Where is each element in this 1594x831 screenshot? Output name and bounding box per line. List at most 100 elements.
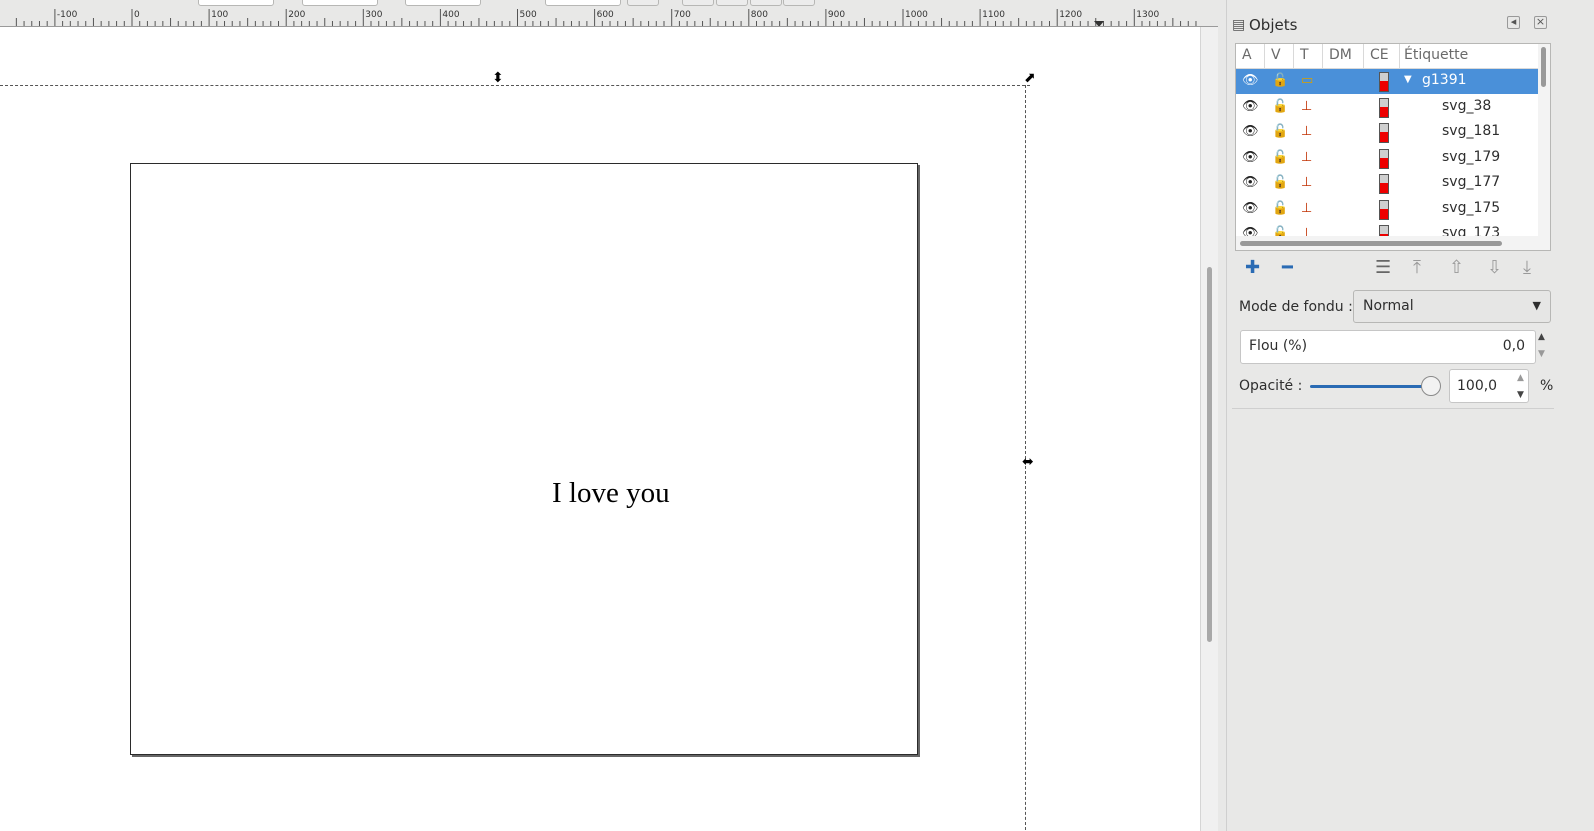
- opacity-slider-knob[interactable]: [1421, 376, 1441, 396]
- tree-row[interactable]: 👁 🔓 ⊥ svg_179: [1236, 146, 1538, 171]
- lock-icon[interactable]: 🔓: [1272, 201, 1288, 216]
- tree-row-label[interactable]: g1391: [1422, 72, 1467, 88]
- panel-splitter[interactable]: [1218, 0, 1227, 831]
- raise-icon[interactable]: ⇧: [1449, 258, 1464, 278]
- panel-title: Objets: [1249, 16, 1298, 34]
- ruler-ticks: -100 0 100 200 300 400 500 600 700 800 900 1000 1100…: [15, 9, 1197, 26]
- blend-mode-select[interactable]: Normal ▼: [1353, 290, 1551, 323]
- scale-handle-top[interactable]: ⬍: [492, 71, 504, 85]
- scale-handle-right[interactable]: ⬌: [1022, 455, 1034, 469]
- tree-row[interactable]: 👁 🔓 ⊥ svg_181: [1236, 120, 1538, 145]
- eye-icon[interactable]: 👁: [1242, 73, 1259, 88]
- ce-color-swatch[interactable]: [1379, 148, 1389, 169]
- column-header-t[interactable]: T: [1300, 47, 1309, 63]
- inkscape-window: -100 0 100 200 300 400 500 600 700 800 900 1000 1100…: [0, 0, 1594, 831]
- ruler-label: 700: [674, 10, 691, 20]
- ce-color-swatch[interactable]: [1379, 199, 1389, 220]
- tree-vertical-scrollbar[interactable]: [1538, 44, 1550, 250]
- opacity-increment-icon[interactable]: ▲: [1517, 373, 1524, 383]
- tree-horizontal-scrollbar[interactable]: [1236, 236, 1538, 250]
- panel-divider: [1232, 408, 1554, 409]
- eye-icon[interactable]: 👁: [1242, 150, 1259, 165]
- tree-header: A V T DM CE Étiquette: [1236, 44, 1538, 69]
- opacity-decrement-icon[interactable]: ▼: [1517, 390, 1524, 400]
- column-header-label[interactable]: Étiquette: [1404, 47, 1468, 63]
- tree-row-label[interactable]: svg_181: [1442, 123, 1500, 139]
- canvas-vertical-scrollbar[interactable]: [1200, 27, 1219, 831]
- group-icon[interactable]: ▭: [1301, 73, 1313, 88]
- lower-icon[interactable]: ⇩: [1487, 258, 1502, 278]
- close-icon[interactable]: ×: [1534, 16, 1547, 29]
- type-icon[interactable]: ⊥: [1301, 124, 1312, 139]
- lock-icon[interactable]: 🔓: [1272, 124, 1288, 139]
- ruler-label: 1100: [982, 10, 1005, 20]
- tree-row-label[interactable]: svg_175: [1442, 200, 1500, 216]
- eye-icon[interactable]: 👁: [1242, 201, 1259, 216]
- tree-row-label[interactable]: svg_177: [1442, 174, 1500, 190]
- eye-icon[interactable]: 👁: [1242, 99, 1259, 114]
- lock-icon[interactable]: 🔓: [1272, 99, 1288, 114]
- objects-tree[interactable]: A V T DM CE Étiquette 👁 🔓 ▭ ▼ g1391 👁 🔓 ⊥ svg_38…: [1235, 43, 1551, 251]
- ruler-label: 400: [442, 10, 459, 20]
- tree-row[interactable]: 👁 🔓 ⊥ svg_177: [1236, 171, 1538, 196]
- selection-bbox-top: [0, 85, 1030, 86]
- collapse-icon[interactable]: ◂: [1507, 16, 1520, 29]
- ruler-label: 100: [211, 10, 228, 20]
- ruler-label: 200: [288, 10, 305, 20]
- lock-icon[interactable]: 🔓: [1272, 175, 1288, 190]
- lower-to-bottom-icon[interactable]: ⤓: [1523, 258, 1531, 278]
- ruler-label: 0: [134, 10, 140, 20]
- opacity-value[interactable]: 100,0: [1457, 378, 1497, 394]
- tree-row[interactable]: 👁 🔓 ⊥ svg_175: [1236, 197, 1538, 222]
- type-icon[interactable]: ⊥: [1301, 150, 1312, 165]
- align-icon[interactable]: ☰: [1375, 258, 1391, 278]
- eye-icon[interactable]: 👁: [1242, 175, 1259, 190]
- blur-decrement-icon[interactable]: ▼: [1538, 349, 1545, 359]
- column-header-dm[interactable]: DM: [1329, 47, 1352, 63]
- ruler-label: 1200: [1059, 10, 1082, 20]
- tree-row[interactable]: 👁 🔓 ▭ ▼ g1391: [1236, 69, 1538, 94]
- remove-icon[interactable]: ━: [1282, 258, 1293, 278]
- ruler-label: 500: [520, 10, 537, 20]
- eye-icon[interactable]: 👁: [1242, 124, 1259, 139]
- document-page[interactable]: [130, 163, 918, 755]
- ce-color-swatch[interactable]: [1379, 72, 1389, 92]
- ce-color-swatch[interactable]: [1379, 174, 1389, 194]
- opacity-unit: %: [1540, 378, 1554, 394]
- objects-icon: ▤: [1232, 17, 1246, 33]
- ruler-label: 1300: [1136, 10, 1159, 20]
- tree-hscroll-thumb[interactable]: [1240, 241, 1502, 246]
- add-icon[interactable]: ✚: [1245, 258, 1260, 278]
- opacity-label: Opacité :: [1239, 378, 1303, 394]
- opacity-slider[interactable]: [1310, 385, 1432, 388]
- expander-icon[interactable]: ▼: [1404, 74, 1412, 85]
- chevron-down-icon: ▼: [1532, 299, 1541, 312]
- type-icon[interactable]: ⊥: [1301, 201, 1312, 216]
- blur-increment-icon[interactable]: ▲: [1538, 332, 1545, 342]
- drawing-canvas[interactable]: I love you ⬍ ⬈ ⬌: [0, 27, 1218, 831]
- objects-panel: ▤ Objets ◂ × A V T DM CE Étiquette 👁 🔓 ▭ ▼ g…: [1227, 0, 1594, 831]
- ruler-label: 1000: [905, 10, 928, 20]
- panel-header: ▤ Objets ◂ ×: [1232, 12, 1567, 38]
- ce-color-swatch[interactable]: [1379, 123, 1389, 143]
- column-header-ce[interactable]: CE: [1370, 47, 1389, 63]
- horizontal-ruler[interactable]: -100 0 100 200 300 400 500 600 700 800 900 1000 1100…: [0, 6, 1218, 27]
- type-icon[interactable]: ⊥: [1301, 175, 1312, 190]
- tree-vscroll-thumb[interactable]: [1541, 47, 1546, 87]
- blur-field[interactable]: Flou (%) 0,0: [1240, 330, 1536, 364]
- ce-color-swatch[interactable]: [1379, 97, 1389, 118]
- blur-value[interactable]: 0,0: [1503, 338, 1525, 354]
- scrollbar-thumb[interactable]: [1207, 267, 1212, 642]
- ruler-label: -100: [57, 10, 78, 20]
- tree-row-label[interactable]: svg_38: [1442, 98, 1491, 114]
- lock-icon[interactable]: 🔓: [1272, 150, 1288, 165]
- canvas-text[interactable]: I love you: [552, 477, 670, 510]
- column-header-v[interactable]: V: [1271, 47, 1281, 63]
- tree-row[interactable]: 👁 🔓 ⊥ svg_38: [1236, 95, 1538, 120]
- column-header-a[interactable]: A: [1242, 47, 1252, 63]
- tree-row-label[interactable]: svg_179: [1442, 149, 1500, 165]
- raise-to-top-icon[interactable]: ⤒: [1413, 258, 1421, 278]
- type-icon[interactable]: ⊥: [1301, 99, 1312, 114]
- scale-handle-corner[interactable]: ⬈: [1024, 71, 1036, 85]
- lock-icon[interactable]: 🔓: [1272, 73, 1288, 88]
